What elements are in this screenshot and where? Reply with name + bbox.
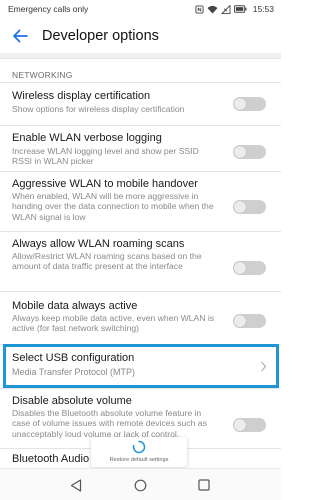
setting-summary: Disables the Bluetooth absolute volume f…: [12, 408, 207, 439]
nfc-icon: [195, 4, 204, 14]
restore-default-settings-label: Restore default settings: [109, 457, 169, 463]
status-icons: 15:53: [195, 4, 274, 14]
setting-title: Always allow WLAN roaming scans: [12, 238, 185, 250]
navigation-bar: [0, 468, 281, 500]
arrow-left-icon: [13, 29, 28, 42]
setting-summary: Always keep mobile data active, even whe…: [12, 313, 215, 334]
setting-always-allow-wlan-roaming-scans[interactable]: Always allow WLAN roaming scans Allow/Re…: [0, 231, 281, 291]
aggressive-wlan-handover-toggle[interactable]: [233, 200, 266, 214]
battery-icon: [233, 5, 247, 13]
wireless-display-certification-toggle[interactable]: [233, 97, 266, 111]
setting-summary: When enabled, WLAN will be more aggressi…: [12, 191, 214, 222]
wifi-icon: [207, 5, 218, 14]
toggle-knob: [234, 146, 246, 158]
toggle-knob: [234, 98, 246, 110]
setting-title: Enable WLAN verbose logging: [12, 132, 162, 144]
setting-wireless-display-certification[interactable]: Wireless display certification Show opti…: [0, 82, 281, 125]
page-title: Developer options: [42, 27, 159, 44]
nav-back-triangle-icon: [70, 478, 82, 492]
restore-default-settings-button[interactable]: Restore default settings: [91, 437, 187, 467]
wlan-verbose-logging-toggle[interactable]: [233, 145, 266, 159]
toggle-knob: [234, 201, 246, 213]
setting-title: Disable absolute volume: [12, 395, 132, 407]
nav-recents-square-icon: [198, 479, 210, 491]
refresh-spinner-icon: [132, 440, 146, 454]
highlight-box: [3, 344, 279, 388]
setting-summary: Allow/Restrict WLAN roaming scans based …: [12, 251, 202, 272]
mobile-data-always-active-toggle[interactable]: [233, 314, 266, 328]
settings-list[interactable]: NETWORKING Wireless display certificatio…: [0, 53, 281, 465]
setting-title: Aggressive WLAN to mobile handover: [12, 178, 198, 190]
clock: 15:53: [252, 4, 274, 14]
setting-aggressive-wlan-handover[interactable]: Aggressive WLAN to mobile handover When …: [0, 171, 281, 231]
carrier-text: Emergency calls only: [8, 4, 89, 14]
setting-enable-wlan-verbose-logging[interactable]: Enable WLAN verbose logging Increase WLA…: [0, 125, 281, 171]
toggle-knob: [234, 419, 246, 431]
setting-summary: Show options for wireless display certif…: [12, 104, 185, 114]
setting-mobile-data-always-active[interactable]: Mobile data always active Always keep mo…: [0, 291, 281, 344]
nav-home-button[interactable]: [133, 478, 147, 492]
signal-icon: [220, 4, 231, 14]
toggle-knob: [234, 315, 246, 327]
back-button[interactable]: [0, 18, 40, 53]
wlan-roaming-scans-toggle[interactable]: [233, 261, 266, 275]
disable-absolute-volume-toggle[interactable]: [233, 418, 266, 432]
top-divider: [0, 53, 281, 59]
nav-home-circle-icon: [134, 479, 146, 491]
app-bar: Developer options: [0, 18, 281, 53]
nav-back-button[interactable]: [69, 478, 83, 492]
nav-recents-button[interactable]: [197, 478, 211, 492]
toggle-knob: [234, 262, 246, 274]
section-header: NETWORKING: [12, 70, 73, 80]
setting-title: Wireless display certification: [12, 90, 151, 102]
setting-title: Mobile data always active: [12, 300, 138, 312]
status-bar: Emergency calls only 15:53: [0, 0, 281, 18]
setting-summary: Increase WLAN logging level and show per…: [12, 146, 199, 167]
